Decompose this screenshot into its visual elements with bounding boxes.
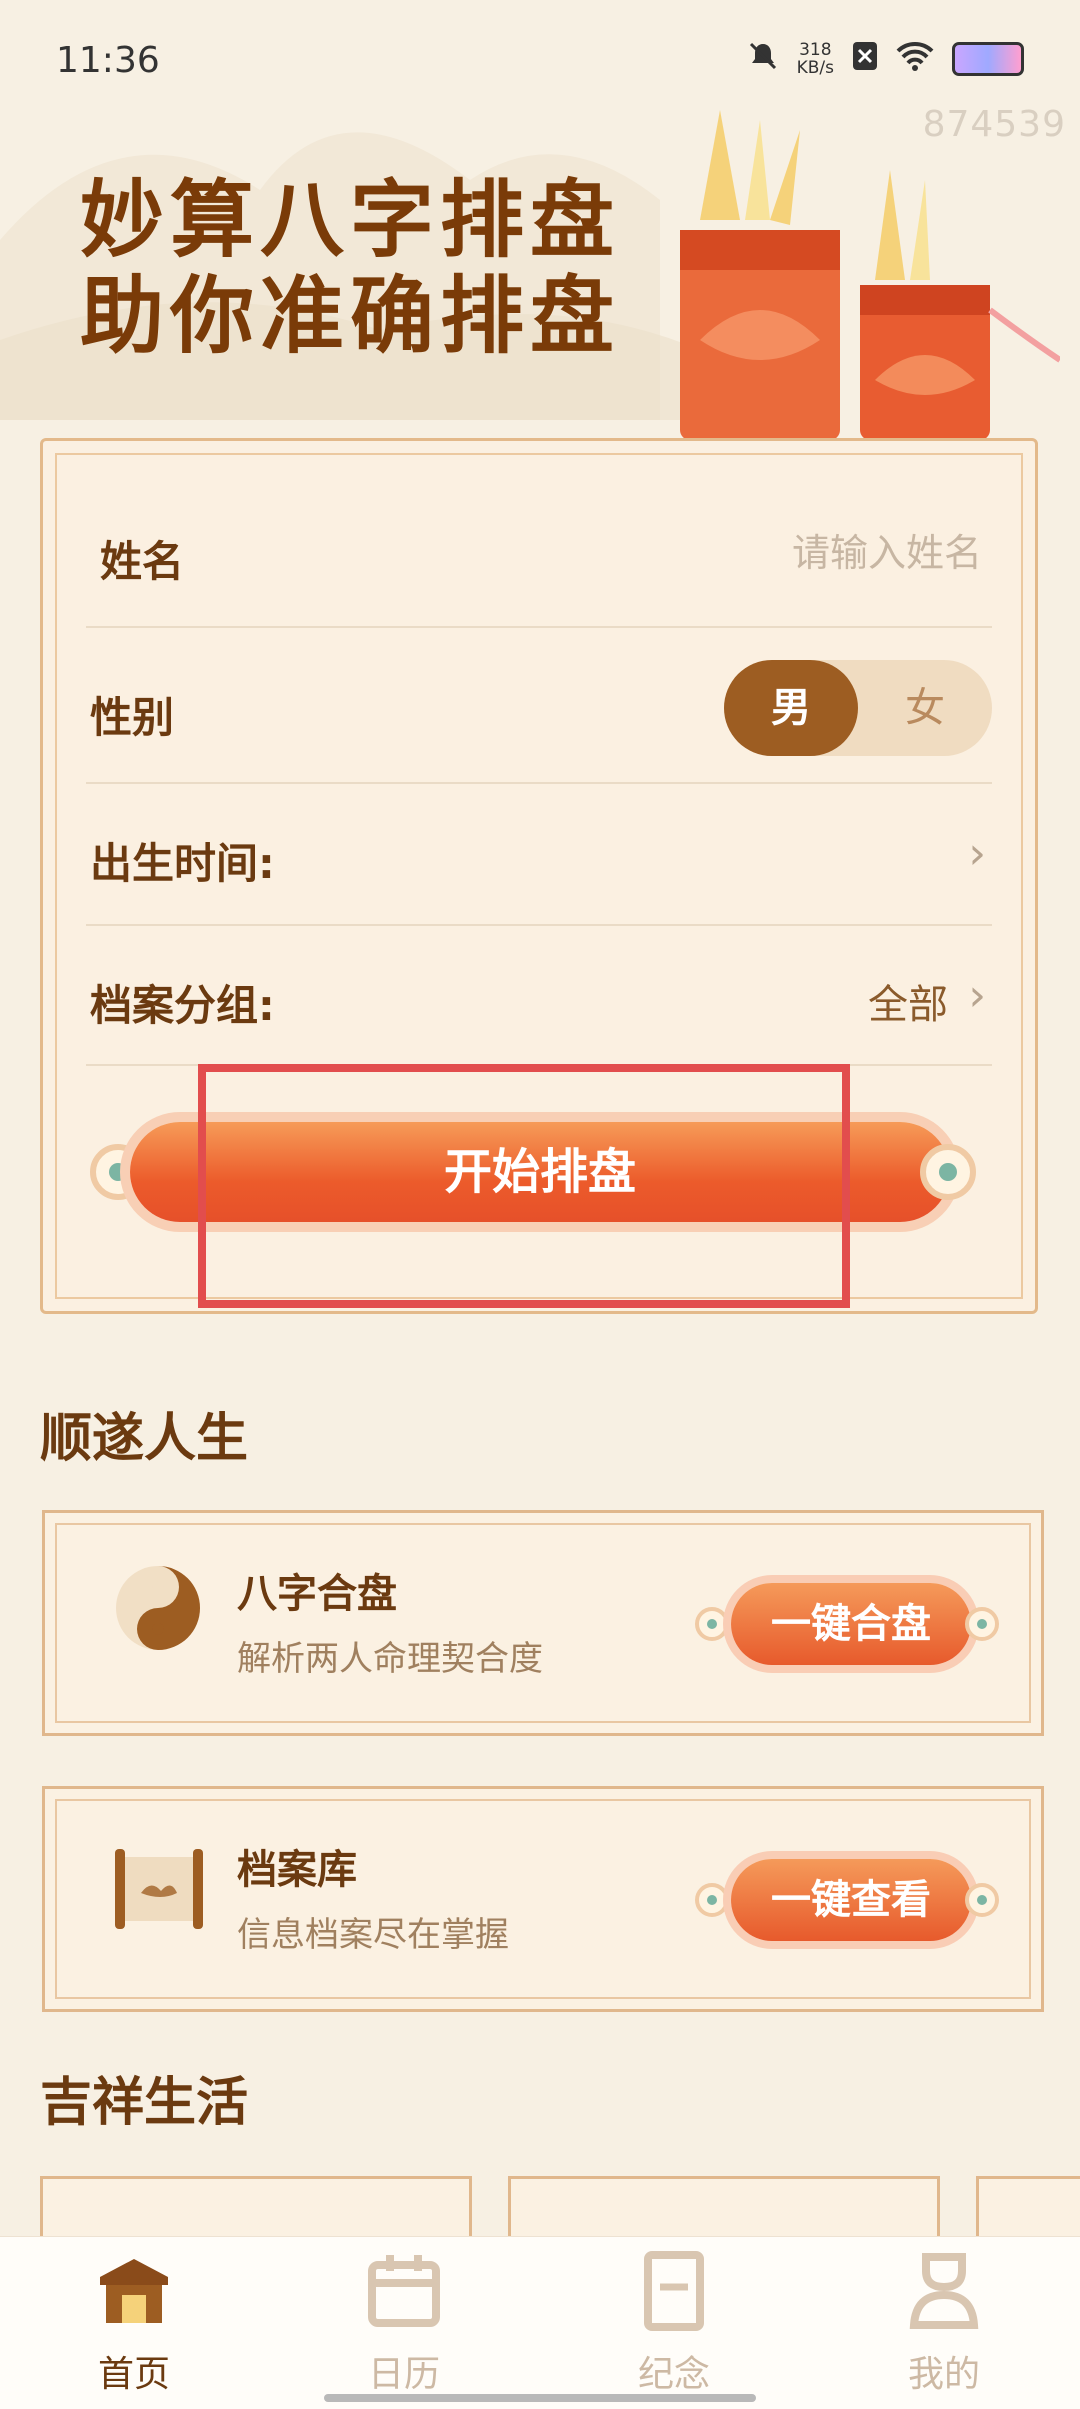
highlight-box	[198, 1064, 850, 1308]
bottom-tab-bar: 首页 日历 纪念 我的	[0, 2236, 1080, 2409]
divider	[86, 924, 992, 926]
gender-female-option[interactable]: 女	[858, 660, 992, 756]
profile-group-value: 全部	[868, 982, 948, 1028]
headline-line-2: 助你准确排盘	[80, 266, 621, 365]
yin-yang-icon	[116, 1566, 200, 1650]
button-knob-left	[695, 1607, 729, 1641]
life-card[interactable]	[976, 2176, 1080, 2239]
tab-label: 纪念	[637, 2354, 710, 2395]
button-knob-right	[965, 1883, 999, 1917]
feature-subtitle: 信息档案尽在掌握	[237, 1915, 509, 1955]
tab-home[interactable]: 首页	[34, 2251, 234, 2397]
feature-title: 档案库	[237, 1847, 357, 1893]
button-knob-right	[920, 1144, 976, 1200]
feature-title: 八字合盘	[237, 1571, 397, 1617]
feature-subtitle: 解析两人命理契合度	[237, 1639, 543, 1679]
profile-group-label: 档案分组:	[90, 981, 275, 1030]
chevron-right-icon: ›	[968, 828, 986, 879]
tab-label: 我的	[907, 2354, 980, 2395]
life-card[interactable]	[508, 2176, 940, 2239]
home-icon	[100, 2259, 168, 2323]
profile-group-row[interactable]: 档案分组: 全部 ›	[86, 940, 992, 1050]
tab-calendar[interactable]: 日历	[304, 2251, 504, 2397]
profile-icon	[909, 2253, 979, 2329]
divider	[86, 782, 992, 784]
name-label: 姓名	[100, 537, 185, 586]
section-title-smooth-life: 顺遂人生	[40, 1409, 249, 1469]
gender-label: 性别	[90, 693, 175, 742]
fortune-box-illustration	[680, 110, 1060, 440]
scroll-icon	[115, 1849, 203, 1929]
name-input[interactable]	[560, 516, 984, 590]
button-knob-right	[965, 1607, 999, 1641]
home-indicator[interactable]	[324, 2394, 756, 2402]
life-card[interactable]	[40, 2176, 472, 2239]
one-click-match-button[interactable]: 一键合盘	[731, 1583, 971, 1665]
headline-line-1: 妙算八字排盘	[80, 170, 621, 269]
tab-label: 日历	[367, 2354, 440, 2395]
tab-label: 首页	[97, 2354, 170, 2395]
birth-time-label: 出生时间:	[90, 839, 275, 888]
memorial-icon	[644, 2251, 704, 2331]
tab-profile[interactable]: 我的	[844, 2251, 1044, 2397]
chevron-right-icon: ›	[968, 970, 986, 1021]
gender-male-option[interactable]: 男	[724, 660, 858, 756]
section-title-auspicious-life: 吉祥生活	[40, 2073, 249, 2133]
feature-card-archive[interactable]: 档案库 信息档案尽在掌握 一键查看	[42, 1786, 1044, 2012]
tab-memorial[interactable]: 纪念	[574, 2251, 774, 2397]
feature-card-bazi-match[interactable]: 八字合盘 解析两人命理契合度 一键合盘	[42, 1510, 1044, 1736]
divider	[86, 626, 992, 628]
calendar-icon	[368, 2255, 440, 2327]
gender-toggle[interactable]: 男 女	[724, 660, 992, 756]
birth-time-row[interactable]: 出生时间: ›	[86, 800, 992, 910]
page-headline: 妙算八字排盘 助你准确排盘	[80, 172, 620, 364]
one-click-view-button[interactable]: 一键查看	[731, 1859, 971, 1941]
button-knob-left	[695, 1883, 729, 1917]
